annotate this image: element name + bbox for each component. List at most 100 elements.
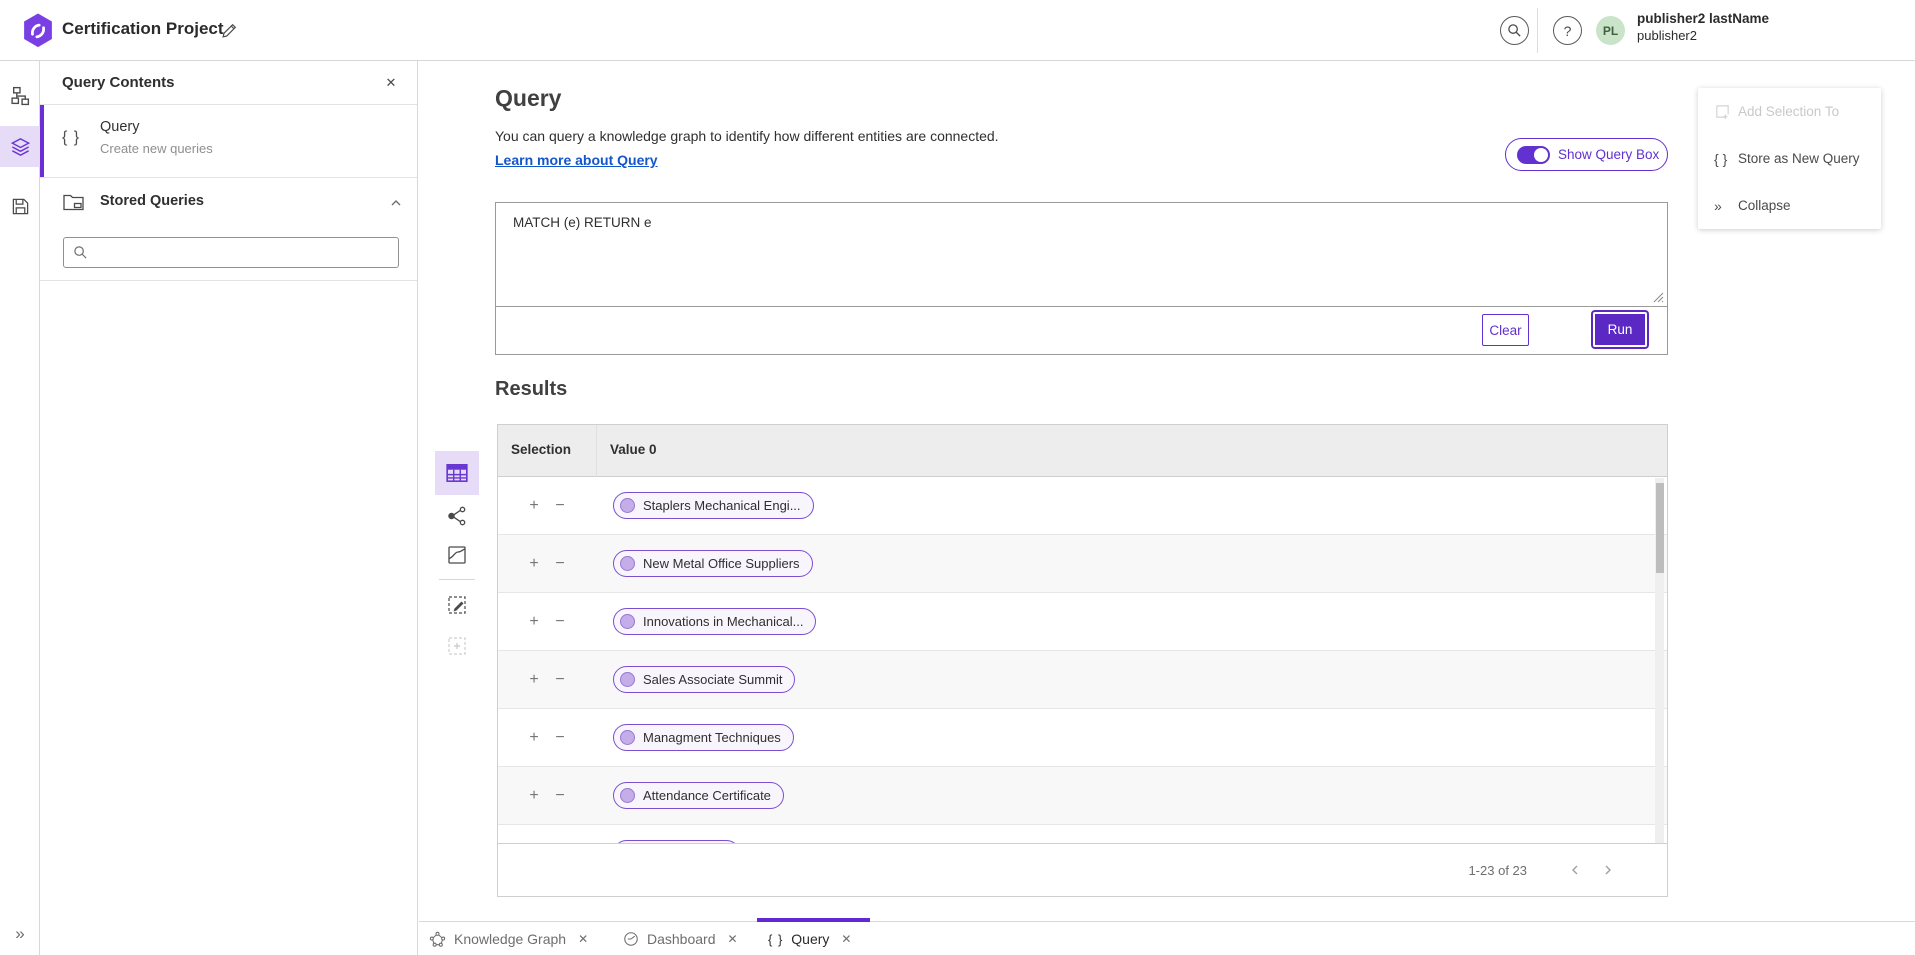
user-menu[interactable]: publisher2 lastName publisher2 — [1637, 11, 1769, 44]
menu-item-label: Collapse — [1738, 198, 1791, 213]
chevron-up-icon — [389, 196, 403, 210]
close-icon: ✕ — [386, 75, 397, 91]
edit-title-button[interactable] — [216, 18, 242, 44]
app-logo-icon[interactable] — [20, 12, 56, 50]
braces-icon: { } — [62, 129, 80, 147]
remove-from-selection-button[interactable]: − — [553, 497, 567, 515]
user-avatar[interactable]: PL — [1596, 16, 1625, 45]
resize-grip[interactable] — [1652, 291, 1664, 303]
menu-item-store-as-new-query[interactable]: { } Store as New Query — [1698, 135, 1881, 182]
help-button[interactable]: ? — [1553, 16, 1582, 45]
row-selection-controls: +− — [498, 767, 596, 825]
remove-from-selection-button[interactable]: − — [553, 729, 567, 747]
layers-button-active[interactable] — [0, 126, 40, 167]
query-editor-container: MATCH (e) RETURN e Clear Run — [495, 202, 1668, 355]
tab-label: Query — [791, 931, 829, 947]
clear-button[interactable]: Clear — [1482, 314, 1529, 346]
query-description: You can query a knowledge graph to ident… — [495, 128, 999, 144]
folder-icon — [62, 191, 85, 212]
add-to-selection-button[interactable]: + — [527, 729, 541, 747]
entity-pill[interactable]: Attendance Certificate — [613, 782, 784, 809]
next-page-button[interactable] — [1596, 858, 1620, 882]
tab-query-active[interactable]: { } Query ✕ — [768, 922, 851, 955]
stored-queries-header[interactable]: Stored Queries — [40, 178, 417, 228]
global-search-button[interactable] — [1500, 16, 1529, 45]
remove-from-selection-button[interactable]: − — [553, 613, 567, 631]
table-row: +− Innovations in Mechanical... — [498, 593, 1667, 651]
results-scrollbar[interactable] — [1655, 478, 1664, 843]
add-to-selection-button[interactable]: + — [527, 555, 541, 573]
entity-pill[interactable]: New Metal Office Suppliers — [613, 550, 813, 577]
add-to-map-button[interactable] — [435, 586, 479, 624]
braces-icon: { } — [1714, 151, 1738, 167]
entity-pill[interactable]: Sales Associate Summit — [613, 666, 795, 693]
table-view-button[interactable] — [435, 451, 479, 495]
topbar-divider — [1537, 8, 1538, 53]
selected-indicator — [40, 105, 44, 177]
query-item-selected[interactable]: { } Query Create new queries — [40, 105, 417, 178]
tab-knowledge-graph[interactable]: Knowledge Graph ✕ — [429, 922, 588, 955]
entity-dot-icon — [620, 498, 635, 513]
add-to-selection-button[interactable]: + — [527, 613, 541, 631]
toggle-switch-on[interactable] — [1517, 146, 1550, 164]
panel-close-button[interactable]: ✕ — [381, 73, 401, 93]
entity-label: Staplers Mechanical Engi... — [643, 498, 801, 513]
previous-page-button[interactable] — [1563, 858, 1587, 882]
add-to-selection-button[interactable]: + — [527, 671, 541, 689]
data-model-button[interactable] — [0, 75, 40, 116]
menu-item-label: Add Selection To — [1738, 104, 1839, 119]
table-icon — [445, 461, 469, 485]
avatar-initials: PL — [1603, 24, 1618, 38]
query-textarea[interactable]: MATCH (e) RETURN e — [496, 203, 1667, 307]
close-tab-icon[interactable]: ✕ — [841, 932, 851, 946]
add-to-selection-button[interactable]: + — [527, 497, 541, 515]
save-icon — [11, 197, 30, 216]
stored-queries-label: Stored Queries — [100, 193, 204, 209]
tab-dashboard[interactable]: Dashboard ✕ — [623, 922, 738, 955]
entity-pill[interactable]: Managment Techniques — [613, 724, 794, 751]
map-view-button[interactable] — [435, 537, 479, 573]
braces-icon: { } — [768, 932, 783, 947]
toggle-label: Show Query Box — [1558, 147, 1659, 162]
link-chart-view-button[interactable] — [435, 498, 479, 534]
scrollbar-thumb[interactable] — [1656, 483, 1664, 573]
app-root: Certification Project ? PL publisher2 la… — [0, 0, 1915, 955]
remove-from-selection-button[interactable]: − — [553, 787, 567, 805]
query-item-subtitle: Create new queries — [100, 141, 213, 156]
close-tab-icon[interactable]: ✕ — [728, 932, 738, 946]
close-tab-icon[interactable]: ✕ — [578, 932, 588, 946]
remove-from-selection-button[interactable]: − — [553, 671, 567, 689]
results-pagination: 1-23 of 23 — [498, 843, 1667, 896]
knowledge-graph-icon — [429, 931, 446, 948]
question-icon: ? — [1564, 23, 1572, 39]
map-icon — [446, 544, 468, 566]
show-query-box-toggle[interactable]: Show Query Box — [1505, 138, 1668, 171]
results-rows: +− Staplers Mechanical Engi... +− New Me… — [498, 477, 1667, 844]
expand-rail-button[interactable]: » — [0, 919, 40, 949]
tab-label: Dashboard — [647, 931, 716, 947]
search-icon — [73, 245, 88, 260]
entity-dot-icon — [620, 556, 635, 571]
entity-pill[interactable]: Staplers Mechanical Engi... — [613, 492, 814, 519]
entity-pill[interactable]: Innovations in Mechanical... — [613, 608, 816, 635]
row-selection-controls: +− — [498, 593, 596, 651]
user-display-name: publisher2 lastName — [1637, 11, 1769, 28]
table-row: +− Staplers Mechanical Engi... — [498, 477, 1667, 535]
add-to-selection-button[interactable]: + — [527, 787, 541, 805]
stored-queries-search[interactable] — [63, 237, 399, 268]
learn-more-link[interactable]: Learn more about Query — [495, 152, 658, 168]
menu-item-collapse[interactable]: » Collapse — [1698, 182, 1881, 229]
bottom-tab-bar: Knowledge Graph ✕ Dashboard ✕ { } Query … — [419, 921, 1915, 955]
run-button[interactable]: Run — [1593, 312, 1647, 347]
chevron-right-icon — [1602, 864, 1614, 876]
remove-from-selection-button[interactable]: − — [553, 555, 567, 573]
table-row: +− Managment Techniques — [498, 709, 1667, 767]
panel-header: Query Contents ✕ — [40, 61, 417, 105]
stored-queries-search-input[interactable] — [95, 245, 398, 260]
toggle-knob — [1534, 148, 1548, 162]
menu-item-add-selection-to: Add Selection To — [1698, 88, 1881, 135]
panel-title: Query Contents — [62, 74, 175, 91]
entity-label: New Metal Office Suppliers — [643, 556, 800, 571]
project-title: Certification Project — [62, 19, 224, 39]
save-button[interactable] — [0, 186, 40, 227]
